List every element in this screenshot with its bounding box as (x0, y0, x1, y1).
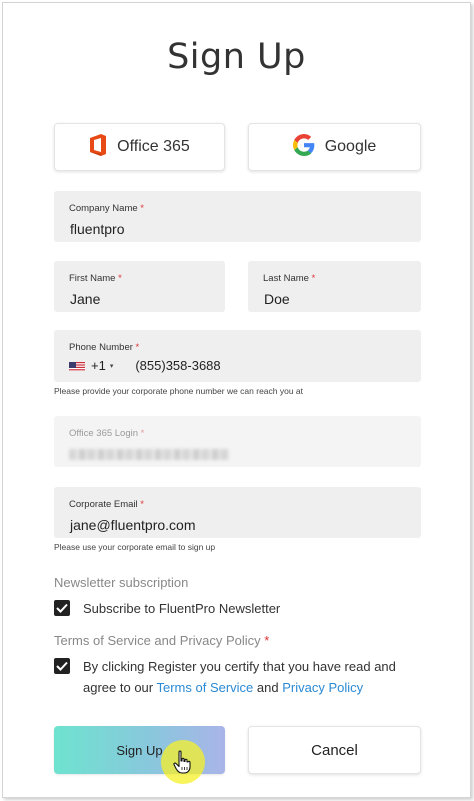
phone-helper-text: Please provide your corporate phone numb… (54, 386, 304, 396)
check-icon (56, 661, 68, 671)
last-name-value: Doe (264, 291, 290, 307)
corporate-email-value: jane@fluentpro.com (70, 517, 196, 533)
google-label: Google (324, 138, 377, 155)
signup-dialog: Sign Up Office 365 Google Company Name *… (2, 2, 471, 798)
office365-login-label: Office 365 Login * (69, 428, 145, 439)
country-code[interactable]: +1 (91, 358, 106, 373)
first-name-label: First Name * (69, 273, 122, 284)
us-flag-icon[interactable] (69, 360, 85, 371)
newsletter-checkbox-label[interactable]: Subscribe to FluentPro Newsletter (83, 598, 280, 619)
sign-up-button-label: Sign Up (116, 742, 163, 758)
company-name-field[interactable]: Company Name * fluentpro (54, 191, 421, 242)
terms-section-label: Terms of Service and Privacy Policy * (54, 633, 270, 648)
phone-number-label: Phone Number * (69, 342, 140, 353)
cancel-button-label: Cancel (311, 741, 358, 759)
phone-number-field[interactable]: Phone Number * +1 ▾ (855)358-3688 (54, 330, 421, 382)
hand-pointer-icon (173, 750, 191, 779)
terms-checkbox-label: By clicking Register you certify that yo… (83, 659, 396, 695)
newsletter-section-label: Newsletter subscription (54, 575, 189, 590)
phone-number-value: (855)358-3688 (135, 358, 221, 373)
last-name-label: Last Name * (263, 273, 316, 284)
email-helper-text: Please use your corporate email to sign … (54, 542, 216, 552)
company-name-label: Company Name * (69, 203, 144, 214)
chevron-down-icon[interactable]: ▾ (110, 362, 114, 370)
company-name-value: fluentpro (70, 221, 125, 237)
terms-checkbox[interactable] (54, 658, 70, 674)
office365-label: Office 365 (117, 138, 190, 155)
privacy-policy-link[interactable]: Privacy Policy (282, 680, 363, 695)
office365-login-redacted (69, 449, 229, 460)
page-title: Sign Up (167, 37, 306, 77)
google-logo-icon (292, 133, 315, 161)
cancel-button[interactable]: Cancel (248, 726, 421, 774)
corporate-email-label: Corporate Email * (69, 499, 144, 510)
office365-signin-button[interactable]: Office 365 (54, 123, 225, 171)
first-name-field[interactable]: First Name * Jane (54, 261, 225, 312)
corporate-email-field[interactable]: Corporate Email * jane@fluentpro.com (54, 487, 421, 538)
newsletter-checkbox[interactable] (54, 600, 70, 616)
terms-of-service-link[interactable]: Terms of Service (156, 680, 253, 695)
first-name-value: Jane (70, 291, 101, 307)
last-name-field[interactable]: Last Name * Doe (248, 261, 421, 312)
office365-logo-icon (89, 133, 107, 161)
google-signin-button[interactable]: Google (248, 123, 421, 171)
check-icon (56, 603, 68, 613)
